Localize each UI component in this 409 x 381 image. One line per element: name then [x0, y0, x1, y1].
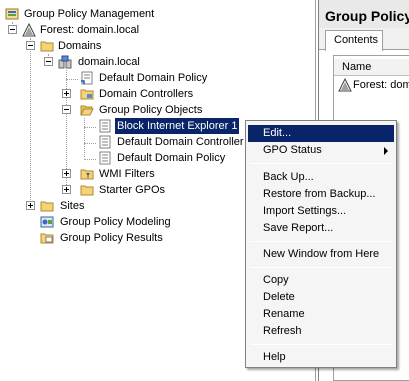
menu-item-rename[interactable]: Rename: [248, 306, 394, 323]
tree-node-label: Sites: [60, 200, 85, 212]
tree-node-label: Default Domain Policy: [117, 152, 226, 164]
expand-icon[interactable]: [62, 89, 71, 98]
modeling-icon: [40, 216, 54, 228]
menu-item-import[interactable]: Import Settings...: [248, 203, 394, 220]
menu-item-back-up[interactable]: Back Up...: [248, 169, 394, 186]
tree-node-domains[interactable]: Domains: [0, 38, 300, 54]
menu-item-label: Refresh: [263, 325, 302, 337]
tree-node-label: Default Domain Policy: [99, 72, 208, 84]
folder-icon: [40, 41, 54, 52]
tab-contents[interactable]: Contents: [325, 30, 383, 51]
menu-separator: [250, 267, 392, 268]
folder-icon: [40, 201, 54, 212]
gpo-link-icon: [81, 71, 93, 85]
tree-node-domain[interactable]: domain.local: [0, 54, 300, 70]
menu-item-save-report[interactable]: Save Report...: [248, 220, 394, 237]
tree-node-label: Group Policy Results: [60, 232, 163, 244]
menu-item-label: Delete: [263, 291, 295, 303]
menu-item-restore[interactable]: Restore from Backup...: [248, 186, 394, 203]
gpmc-icon: [5, 8, 19, 20]
menu-item-label: Save Report...: [263, 222, 334, 234]
menu-item-help[interactable]: Help: [248, 349, 394, 366]
tree-node-label: Domains: [58, 40, 102, 52]
tree-node-label: Group Policy Objects: [99, 104, 203, 116]
menu-item-label: Edit...: [263, 127, 292, 139]
menu-separator: [250, 163, 392, 164]
column-label: Name: [342, 61, 372, 73]
menu-item-delete[interactable]: Delete: [248, 289, 394, 306]
tree-node-label: WMI Filters: [99, 168, 155, 180]
menu-item-label: Copy: [263, 274, 289, 286]
tree-node-label: Group Policy Modeling: [60, 216, 171, 228]
collapse-icon[interactable]: [62, 105, 71, 114]
wmi-folder-icon: [80, 169, 94, 180]
forest-icon: [22, 23, 36, 37]
menu-item-refresh[interactable]: Refresh: [248, 323, 394, 340]
expand-icon[interactable]: [62, 185, 71, 194]
menu-item-edit[interactable]: Edit...: [248, 125, 394, 142]
tree-node-root[interactable]: Group Policy Management: [0, 6, 300, 22]
ou-icon: [80, 89, 94, 100]
column-header-name[interactable]: Name: [334, 59, 409, 76]
menu-item-label: Restore from Backup...: [263, 188, 376, 200]
menu-item-label: Import Settings...: [263, 205, 347, 217]
menu-item-gpo-status[interactable]: GPO Status: [248, 142, 394, 159]
menu-item-label: Help: [263, 351, 286, 363]
submenu-arrow-icon: [384, 147, 388, 155]
tree-node-label: Default Domain Controller: [117, 136, 244, 148]
collapse-icon[interactable]: [8, 25, 17, 34]
menu-item-copy[interactable]: Copy: [248, 272, 394, 289]
collapse-icon[interactable]: [44, 57, 53, 66]
tree-node-gpo-folder[interactable]: Group Policy Objects: [0, 102, 300, 118]
domain-icon: [58, 55, 72, 69]
expand-icon[interactable]: [26, 201, 35, 210]
expand-icon[interactable]: [62, 169, 71, 178]
tree-node-label: Block Internet Explorer 1: [115, 118, 240, 134]
collapse-icon[interactable]: [26, 41, 35, 50]
details-header: Group Policy: [319, 0, 409, 28]
tree-node-label: Group Policy Management: [24, 8, 155, 20]
tree-node-gpo-link[interactable]: Default Domain Policy: [0, 70, 300, 86]
gpo-icon: [99, 135, 111, 149]
gpo-icon: [99, 151, 111, 165]
menu-item-label: New Window from Here: [263, 248, 380, 260]
tree-node-label: Domain Controllers: [99, 88, 194, 100]
menu-separator: [250, 344, 392, 345]
list-item-label: Forest: dom: [353, 79, 409, 91]
menu-item-label: Rename: [263, 308, 305, 320]
tree-node-forest[interactable]: Forest: domain.local: [0, 22, 300, 38]
menu-item-label: Back Up...: [263, 171, 314, 183]
menu-item-new-window[interactable]: New Window from Here: [248, 246, 394, 263]
tree-node-label: domain.local: [78, 56, 140, 68]
menu-separator: [250, 241, 392, 242]
menu-item-label: GPO Status: [263, 144, 322, 156]
tab-label: Contents: [334, 34, 379, 46]
details-title: Group Policy: [325, 8, 409, 24]
forest-icon: [338, 78, 352, 92]
gpo-icon: [99, 119, 111, 133]
tree-node-label: Starter GPOs: [99, 184, 166, 196]
tree-node-domain-controllers[interactable]: Domain Controllers: [0, 86, 300, 102]
context-menu: Edit... GPO Status Back Up... Restore fr…: [245, 120, 397, 368]
results-icon: [40, 233, 54, 244]
folder-icon: [80, 185, 94, 196]
tab-bar: Contents: [319, 28, 409, 51]
tree-node-label: Forest: domain.local: [40, 24, 140, 36]
folder-open-icon: [80, 105, 94, 116]
